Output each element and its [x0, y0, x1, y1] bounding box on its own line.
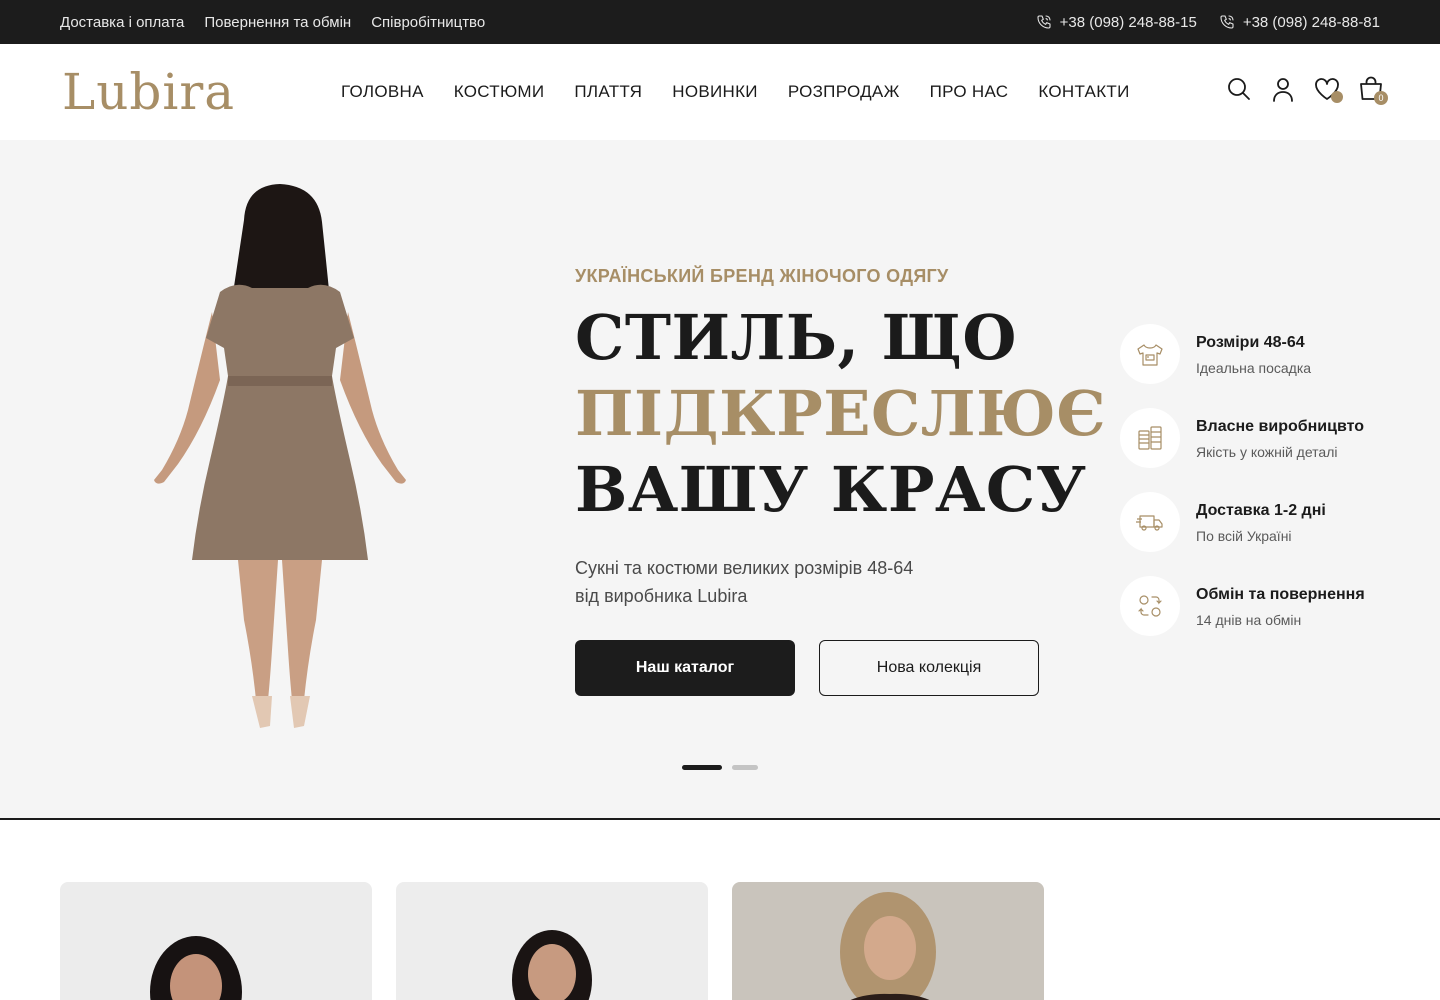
slider-dots — [682, 765, 758, 770]
feature-sizes: Розміри 48-64 Ідеальна посадка — [1120, 324, 1400, 408]
fabric-rolls-icon — [1138, 426, 1162, 450]
headline-line-3: ВАШУ КРАСУ — [575, 453, 1087, 526]
header-icons: 0 — [1226, 74, 1388, 105]
nav-item-home[interactable]: ГОЛОВНА — [341, 82, 424, 102]
main-nav: ГОЛОВНА КОСТЮМИ ПЛАТТЯ НОВИНКИ РОЗПРОДАЖ… — [341, 44, 1130, 140]
feature-title: Обмін та повернення — [1196, 586, 1365, 603]
cart-button[interactable]: 0 — [1358, 74, 1388, 105]
delivery-truck-icon — [1136, 515, 1163, 531]
nav-item-about[interactable]: ПРО НАС — [930, 82, 1009, 102]
phone-number-1: +38 (098) 248-88-15 — [1059, 13, 1197, 31]
wishlist-badge — [1331, 91, 1343, 103]
new-collection-button[interactable]: Нова колекція — [819, 640, 1039, 696]
feature-production: Власне виробницвто Якість у кожній детал… — [1120, 408, 1400, 492]
hero-subtext: Сукні та костюми великих розмірів 48-64 … — [575, 554, 995, 610]
model-photo — [396, 882, 708, 1000]
model-photo — [60, 882, 372, 1000]
cart-count-badge: 0 — [1374, 91, 1388, 105]
category-card[interactable] — [732, 882, 1044, 1000]
hero-banner: УКРАЇНСЬКИЙ БРЕНД ЖІНОЧОГО ОДЯГУ СТИЛЬ, … — [0, 140, 1440, 820]
search-button[interactable] — [1226, 74, 1252, 104]
cooperation-link[interactable]: Співробітництво — [371, 14, 485, 31]
headline-line-2: ПІДКРЕСЛЮЄ — [575, 377, 1107, 450]
category-card[interactable] — [60, 882, 372, 1000]
feature-exchange: Обмін та повернення 14 днів на обмін — [1120, 576, 1400, 660]
subtext-line-1: Сукні та костюми великих розмірів 48-64 — [575, 558, 914, 578]
wishlist-button[interactable] — [1314, 74, 1343, 104]
phone-link-2[interactable]: +38 (098) 248-88-81 — [1219, 14, 1380, 31]
feature-delivery: Доставка 1-2 дні По всій Україні — [1120, 492, 1400, 576]
nav-item-contacts[interactable]: КОНТАКТИ — [1038, 82, 1129, 102]
top-bar: Доставка і оплата Повернення та обмін Сп… — [0, 0, 1440, 44]
delivery-link[interactable]: Доставка і оплата — [60, 14, 184, 31]
logo[interactable]: Lubira — [62, 62, 235, 122]
exchange-icon — [1138, 595, 1162, 617]
headline-line-1: СТИЛЬ, ЩО — [575, 301, 1017, 374]
main-header: Lubira ГОЛОВНА КОСТЮМИ ПЛАТТЯ НОВИНКИ РО… — [0, 44, 1440, 140]
subtext-line-2: від виробника Lubira — [575, 586, 748, 606]
phone-link-1[interactable]: +38 (098) 248-88-15 — [1036, 14, 1197, 31]
model-photo — [154, 184, 406, 728]
slider-dot-2[interactable] — [732, 765, 758, 770]
feature-subtitle: По всій Україні — [1196, 528, 1292, 544]
phone-icon — [1037, 15, 1051, 29]
feature-subtitle: Якість у кожній деталі — [1196, 444, 1338, 460]
phone-icon — [1220, 15, 1234, 29]
returns-link[interactable]: Повернення та обмін — [204, 14, 351, 31]
feature-subtitle: 14 днів на обмін — [1196, 612, 1302, 628]
category-card[interactable] — [396, 882, 708, 1000]
phone-number-2: +38 (098) 248-88-81 — [1242, 13, 1380, 31]
nav-item-suits[interactable]: КОСТЮМИ — [454, 82, 545, 102]
nav-item-sale[interactable]: РОЗПРОДАЖ — [788, 82, 900, 102]
feature-title: Власне виробницвто — [1196, 418, 1364, 435]
feature-subtitle: Ідеальна посадка — [1196, 360, 1312, 376]
feature-title: Розміри 48-64 — [1196, 334, 1305, 351]
slider-dot-1[interactable] — [682, 765, 722, 770]
phones: +38 (098) 248-88-15 +38 (098) 248-88-81 — [1036, 0, 1380, 44]
user-icon — [1273, 78, 1293, 102]
features-list: Розміри 48-64 Ідеальна посадка Власне ви… — [1120, 324, 1400, 660]
nav-item-new[interactable]: НОВИНКИ — [672, 82, 758, 102]
feature-title: Доставка 1-2 дні — [1196, 502, 1326, 519]
catalog-button[interactable]: Наш каталог — [575, 640, 795, 696]
search-icon — [1228, 78, 1250, 100]
shirt-size-icon — [1137, 344, 1163, 366]
hero-eyebrow: УКРАЇНСЬКИЙ БРЕНД ЖІНОЧОГО ОДЯГУ — [575, 266, 949, 286]
hero-headline: СТИЛЬ, ЩО ПІДКРЕСЛЮЄ ВАШУ КРАСУ — [575, 300, 1106, 528]
account-button[interactable] — [1270, 74, 1296, 104]
top-links: Доставка і оплата Повернення та обмін Сп… — [60, 0, 485, 44]
category-cards — [60, 882, 1044, 1000]
model-photo — [732, 882, 1044, 1000]
nav-item-dresses[interactable]: ПЛАТТЯ — [574, 82, 642, 102]
